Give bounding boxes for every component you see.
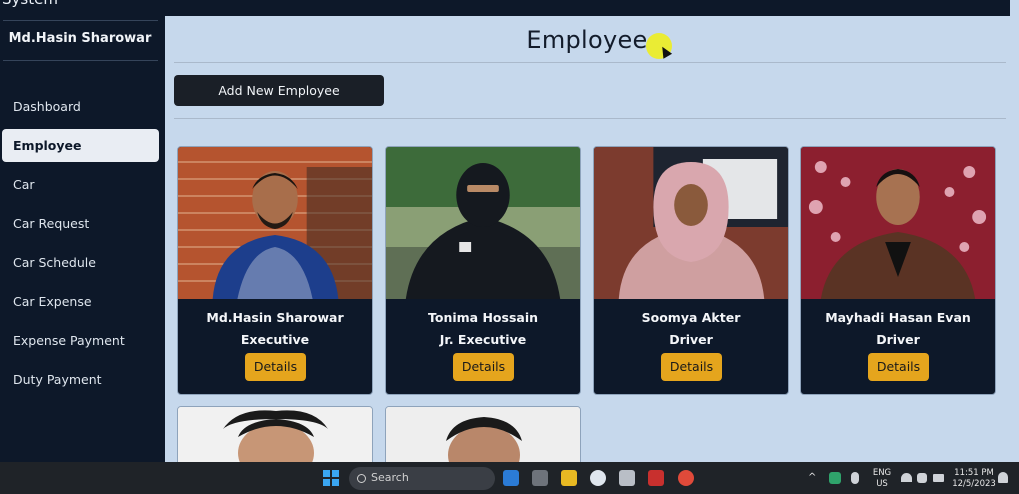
employee-role: Driver — [876, 332, 920, 347]
taskbar: Search ^ ENG US 11:51 PM 12/5/2023 — [0, 462, 1019, 494]
employee-photo — [386, 147, 580, 299]
security-icon[interactable] — [829, 472, 841, 484]
copilot-icon[interactable] — [503, 470, 519, 486]
chevron-up-icon[interactable]: ^ — [808, 472, 816, 483]
sidebar-item-car-request[interactable]: Car Request — [2, 207, 159, 240]
header-edge — [1010, 0, 1019, 16]
employee-photo — [178, 407, 372, 462]
sidebar-item-dashboard[interactable]: Dashboard — [2, 90, 159, 123]
language-code: ENG — [872, 468, 892, 478]
employee-name: Soomya Akter — [641, 310, 741, 325]
details-button[interactable]: Details — [868, 353, 929, 381]
sidebar-divider — [3, 20, 158, 21]
region-code: US — [876, 479, 888, 489]
employee-card: Tonima Hossain Jr. Executive Details — [385, 146, 581, 395]
search-placeholder: Search — [371, 471, 409, 484]
time-text: 11:51 PM — [954, 468, 994, 478]
system-title: System — [2, 0, 58, 8]
app-icon[interactable] — [590, 470, 606, 486]
task-view-icon[interactable] — [532, 470, 548, 486]
wifi-icon[interactable] — [901, 473, 912, 482]
employee-role: Driver — [669, 332, 713, 347]
search-icon — [357, 474, 366, 483]
language-indicator[interactable]: ENG US — [870, 468, 894, 490]
sidebar-divider — [3, 60, 158, 61]
app-icon[interactable] — [619, 470, 635, 486]
sidebar-item-employee[interactable]: Employee — [2, 129, 159, 162]
employee-name: Tonima Hossain — [428, 310, 538, 325]
windows-start-icon[interactable] — [323, 470, 339, 486]
employee-card: Soomya Akter Driver Details — [593, 146, 789, 395]
microphone-icon[interactable] — [851, 472, 859, 484]
sidebar-item-car-expense[interactable]: Car Expense — [2, 285, 159, 318]
sidebar-item-expense-payment[interactable]: Expense Payment — [2, 324, 159, 357]
sidebar-item-car[interactable]: Car — [2, 168, 159, 201]
details-button[interactable]: Details — [661, 353, 722, 381]
add-new-employee-button[interactable]: Add New Employee — [174, 75, 384, 106]
employee-card-partial — [177, 406, 373, 462]
taskbar-search[interactable]: Search — [349, 467, 495, 490]
main-content: Employee Add New Employee Md.Hasin Sharo… — [165, 16, 1019, 462]
employee-role: Executive — [240, 332, 310, 347]
sidebar: System Md.Hasin Sharowar Dashboard Emplo… — [0, 0, 165, 462]
divider — [174, 118, 1006, 119]
details-button[interactable]: Details — [453, 353, 514, 381]
top-header-bar — [165, 0, 1010, 16]
sidebar-item-duty-payment[interactable]: Duty Payment — [2, 363, 159, 396]
employee-role: Jr. Executive — [439, 332, 527, 347]
details-button[interactable]: Details — [245, 353, 306, 381]
sidebar-user-name: Md.Hasin Sharowar — [8, 31, 152, 46]
employee-card-partial — [385, 406, 581, 462]
battery-icon[interactable] — [933, 474, 944, 482]
employee-photo — [594, 147, 788, 299]
employee-card: Md.Hasin Sharowar Executive Details — [177, 146, 373, 395]
employee-card: Mayhadi Hasan Evan Driver Details — [800, 146, 996, 395]
divider — [174, 62, 1006, 63]
employee-photo — [386, 407, 580, 462]
volume-icon[interactable] — [917, 473, 927, 483]
employee-name: Md.Hasin Sharowar — [206, 310, 344, 325]
date-text: 12/5/2023 — [952, 479, 996, 489]
sidebar-item-car-schedule[interactable]: Car Schedule — [2, 246, 159, 279]
page-title: Employee — [526, 26, 648, 54]
employee-photo — [178, 147, 372, 299]
file-explorer-icon[interactable] — [561, 470, 577, 486]
employee-name: Mayhadi Hasan Evan — [825, 310, 971, 325]
employee-photo — [801, 147, 995, 299]
notification-bell-icon[interactable] — [998, 472, 1008, 483]
clock[interactable]: 11:51 PM 12/5/2023 — [950, 468, 998, 490]
app-icon[interactable] — [648, 470, 664, 486]
chrome-icon[interactable] — [678, 470, 694, 486]
